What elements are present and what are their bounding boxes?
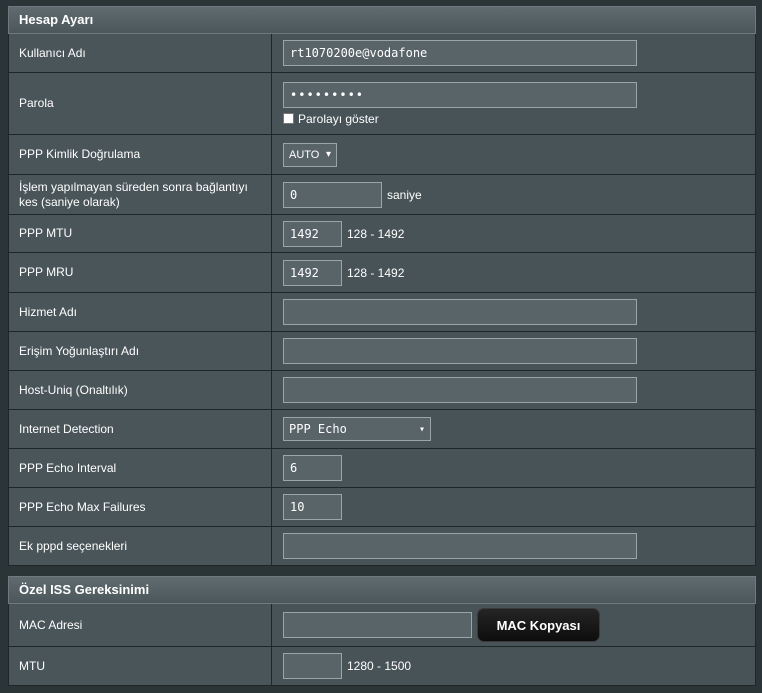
mac-row: MAC Adresi MAC Kopyası bbox=[8, 604, 756, 647]
mtu-input[interactable]: 1492 bbox=[283, 220, 342, 247]
echo-failures-label: PPP Echo Max Failures bbox=[9, 488, 272, 526]
concentrator-row: Erişim Yoğunlaştırı Adı bbox=[8, 332, 756, 371]
idle-row: İşlem yapılmayan süreden sonra bağlantıy… bbox=[8, 175, 756, 215]
echo-failures-row: PPP Echo Max Failures 10 bbox=[8, 488, 756, 527]
username-row: Kullanıcı Adı rt1070200e@vodafone bbox=[8, 34, 756, 73]
pppd-options-input[interactable] bbox=[283, 533, 637, 559]
idle-input[interactable]: 0 bbox=[283, 181, 382, 208]
isp-mtu-row: MTU 1280 - 1500 bbox=[8, 647, 756, 686]
password-label: Parola bbox=[9, 73, 272, 134]
echo-interval-input[interactable]: 6 bbox=[283, 455, 342, 481]
host-uniq-input[interactable] bbox=[283, 377, 637, 403]
isp-mtu-label: MTU bbox=[9, 647, 272, 685]
password-input[interactable]: ••••••••• bbox=[283, 81, 637, 108]
detection-label: Internet Detection bbox=[9, 410, 272, 448]
host-uniq-label: Host-Uniq (Onaltılık) bbox=[9, 371, 272, 409]
detection-row: Internet Detection PPP Echo ▾ bbox=[8, 410, 756, 449]
host-uniq-row: Host-Uniq (Onaltılık) bbox=[8, 371, 756, 410]
section-title: Özel ISS Gereksinimi bbox=[8, 576, 756, 604]
mru-range: 128 - 1492 bbox=[347, 265, 405, 280]
mac-clone-button[interactable]: MAC Kopyası bbox=[477, 608, 600, 642]
detection-select-value: PPP Echo bbox=[289, 422, 347, 436]
mac-label: MAC Adresi bbox=[9, 604, 272, 646]
isp-requirements-section: Özel ISS Gereksinimi MAC Adresi MAC Kopy… bbox=[8, 576, 756, 686]
mtu-range: 128 - 1492 bbox=[347, 226, 405, 241]
mru-label: PPP MRU bbox=[9, 253, 272, 292]
account-settings-section: Hesap Ayarı Kullanıcı Adı rt1070200e@vod… bbox=[8, 6, 756, 566]
auth-row: PPP Kimlik Doğrulama AUTO ▾ bbox=[8, 135, 756, 175]
pppd-options-row: Ek pppd seçenekleri bbox=[8, 527, 756, 566]
echo-interval-row: PPP Echo Interval 6 bbox=[8, 449, 756, 488]
concentrator-label: Erişim Yoğunlaştırı Adı bbox=[9, 332, 272, 370]
auth-label: PPP Kimlik Doğrulama bbox=[9, 135, 272, 174]
mtu-row: PPP MTU 1492 128 - 1492 bbox=[8, 215, 756, 253]
show-password-checkbox[interactable] bbox=[283, 113, 294, 124]
username-label: Kullanıcı Adı bbox=[9, 34, 272, 72]
chevron-down-icon: ▾ bbox=[325, 149, 331, 160]
mtu-label: PPP MTU bbox=[9, 215, 272, 252]
chevron-down-icon: ▾ bbox=[418, 423, 425, 435]
section-title: Hesap Ayarı bbox=[8, 6, 756, 34]
auth-select[interactable]: AUTO ▾ bbox=[283, 142, 337, 167]
auth-select-value: AUTO bbox=[289, 148, 320, 161]
mru-row: PPP MRU 1492 128 - 1492 bbox=[8, 253, 756, 293]
echo-failures-input[interactable]: 10 bbox=[283, 494, 342, 520]
service-label: Hizmet Adı bbox=[9, 293, 272, 331]
concentrator-input[interactable] bbox=[283, 338, 637, 364]
idle-unit: saniye bbox=[387, 187, 422, 202]
isp-mtu-input[interactable] bbox=[283, 653, 342, 679]
pppd-options-label: Ek pppd seçenekleri bbox=[9, 527, 272, 565]
echo-interval-label: PPP Echo Interval bbox=[9, 449, 272, 487]
isp-mtu-range: 1280 - 1500 bbox=[347, 659, 412, 673]
password-row: Parola ••••••••• Parolayı göster bbox=[8, 73, 756, 135]
username-input[interactable]: rt1070200e@vodafone bbox=[283, 40, 637, 66]
service-row: Hizmet Adı bbox=[8, 293, 756, 332]
mac-input[interactable] bbox=[283, 612, 472, 638]
show-password-label: Parolayı göster bbox=[298, 111, 379, 126]
detection-select[interactable]: PPP Echo ▾ bbox=[283, 417, 431, 441]
idle-label: İşlem yapılmayan süreden sonra bağlantıy… bbox=[9, 175, 272, 214]
mru-input[interactable]: 1492 bbox=[283, 259, 342, 286]
service-input[interactable] bbox=[283, 299, 637, 325]
